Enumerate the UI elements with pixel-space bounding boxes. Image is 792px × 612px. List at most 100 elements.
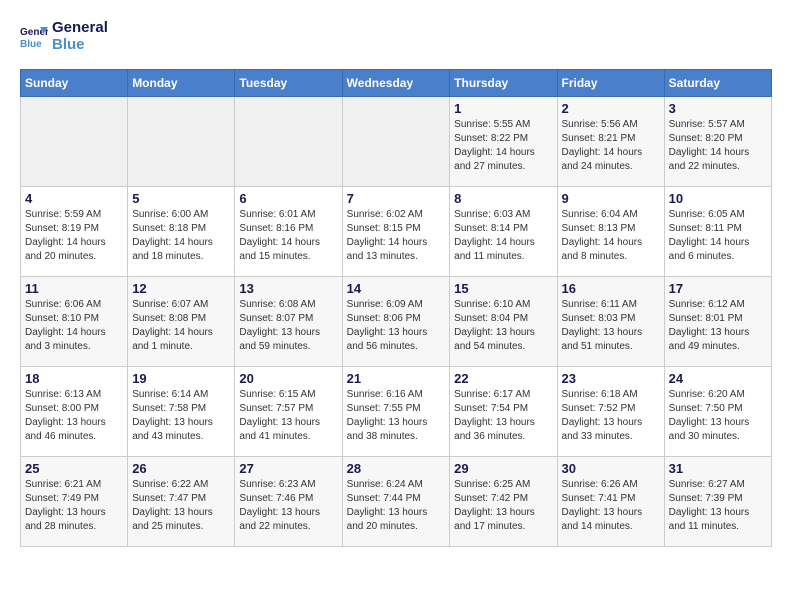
calendar-cell: 8 Sunrise: 6:03 AM Sunset: 8:14 PM Daylig… [450,187,557,277]
day-number: 25 [25,461,123,476]
calendar-cell: 17 Sunrise: 6:12 AM Sunset: 8:01 PM Dayli… [664,277,771,367]
day-info: Sunrise: 5:55 AM Sunset: 8:22 PM Dayligh… [454,118,552,174]
calendar-cell: 14 Sunrise: 6:09 AM Sunset: 8:06 PM Dayli… [342,277,450,367]
calendar-cell: 15 Sunrise: 6:10 AM Sunset: 8:04 PM Dayli… [450,277,557,367]
day-info: Sunrise: 6:01 AM Sunset: 8:16 PM Dayligh… [239,208,337,264]
day-info: Sunrise: 6:02 AM Sunset: 8:15 PM Dayligh… [347,208,446,264]
calendar-cell: 30 Sunrise: 6:26 AM Sunset: 7:41 PM Dayli… [557,457,664,547]
day-info: Sunrise: 5:57 AM Sunset: 8:20 PM Dayligh… [669,118,767,174]
day-number: 13 [239,281,337,296]
calendar-cell: 26Sunrise: 6:22 AM Sunset: 7:47 PM Dayli… [128,457,235,547]
day-number: 31 [669,461,767,476]
day-info: Sunrise: 6:18 AM Sunset: 7:52 PM Dayligh… [562,388,660,444]
logo: General Blue General Blue [20,20,108,53]
calendar-cell: 6 Sunrise: 6:01 AM Sunset: 8:16 PM Daylig… [235,187,342,277]
day-number: 14 [347,281,446,296]
day-info: Sunrise: 6:16 AM Sunset: 7:55 PM Dayligh… [347,388,446,444]
calendar-cell: 19 Sunrise: 6:14 AM Sunset: 7:58 PM Dayli… [128,367,235,457]
day-header-wednesday: Wednesday [342,70,450,97]
day-header-friday: Friday [557,70,664,97]
day-info: Sunrise: 6:09 AM Sunset: 8:06 PM Dayligh… [347,298,446,354]
calendar-cell: 2 Sunrise: 5:56 AM Sunset: 8:21 PM Daylig… [557,97,664,187]
day-number: 1 [454,101,552,116]
day-info: Sunrise: 5:56 AM Sunset: 8:21 PM Dayligh… [562,118,660,174]
calendar-cell: 12 Sunrise: 6:07 AM Sunset: 8:08 PM Dayli… [128,277,235,367]
day-number: 22 [454,371,552,386]
day-number: 30 [562,461,660,476]
calendar-cell [235,97,342,187]
day-number: 19 [132,371,230,386]
calendar-cell: 24 Sunrise: 6:20 AM Sunset: 7:50 PM Dayli… [664,367,771,457]
day-number: 9 [562,191,660,206]
day-number: 11 [25,281,123,296]
day-info: Sunrise: 6:14 AM Sunset: 7:58 PM Dayligh… [132,388,230,444]
day-number: 24 [669,371,767,386]
day-info: Sunrise: 6:23 AM Sunset: 7:46 PM Dayligh… [239,478,337,534]
day-number: 7 [347,191,446,206]
day-number: 27 [239,461,337,476]
day-info: Sunrise: 6:07 AM Sunset: 8:08 PM Dayligh… [132,298,230,354]
calendar-cell [342,97,450,187]
day-number: 6 [239,191,337,206]
calendar-cell: 13Sunrise: 6:08 AM Sunset: 8:07 PM Dayli… [235,277,342,367]
svg-text:Blue: Blue [20,39,42,50]
day-header-monday: Monday [128,70,235,97]
day-number: 2 [562,101,660,116]
day-header-tuesday: Tuesday [235,70,342,97]
calendar-cell: 16 Sunrise: 6:11 AM Sunset: 8:03 PM Dayli… [557,277,664,367]
day-info: Sunrise: 6:24 AM Sunset: 7:44 PM Dayligh… [347,478,446,534]
day-info: Sunrise: 6:13 AM Sunset: 8:00 PM Dayligh… [25,388,123,444]
day-info: Sunrise: 6:20 AM Sunset: 7:50 PM Dayligh… [669,388,767,444]
day-number: 26 [132,461,230,476]
day-info: Sunrise: 6:00 AM Sunset: 8:18 PM Dayligh… [132,208,230,264]
calendar-cell: 9 Sunrise: 6:04 AM Sunset: 8:13 PM Daylig… [557,187,664,277]
day-info: Sunrise: 6:17 AM Sunset: 7:54 PM Dayligh… [454,388,552,444]
day-number: 20 [239,371,337,386]
calendar-cell: 20 Sunrise: 6:15 AM Sunset: 7:57 PM Dayli… [235,367,342,457]
day-number: 8 [454,191,552,206]
day-info: Sunrise: 5:59 AM Sunset: 8:19 PM Dayligh… [25,208,123,264]
calendar-cell: 10 Sunrise: 6:05 AM Sunset: 8:11 PM Dayli… [664,187,771,277]
calendar-cell: 31 Sunrise: 6:27 AM Sunset: 7:39 PM Dayli… [664,457,771,547]
day-number: 29 [454,461,552,476]
calendar-cell: 28 Sunrise: 6:24 AM Sunset: 7:44 PM Dayli… [342,457,450,547]
calendar-cell: 25Sunrise: 6:21 AM Sunset: 7:49 PM Dayli… [21,457,128,547]
calendar-cell: 4 Sunrise: 5:59 AM Sunset: 8:19 PM Daylig… [21,187,128,277]
day-info: Sunrise: 6:06 AM Sunset: 8:10 PM Dayligh… [25,298,123,354]
day-info: Sunrise: 6:11 AM Sunset: 8:03 PM Dayligh… [562,298,660,354]
calendar-cell: 21 Sunrise: 6:16 AM Sunset: 7:55 PM Dayli… [342,367,450,457]
calendar-cell: 29 Sunrise: 6:25 AM Sunset: 7:42 PM Dayli… [450,457,557,547]
calendar-cell: 1 Sunrise: 5:55 AM Sunset: 8:22 PM Daylig… [450,97,557,187]
day-number: 4 [25,191,123,206]
day-header-sunday: Sunday [21,70,128,97]
day-number: 28 [347,461,446,476]
day-info: Sunrise: 6:12 AM Sunset: 8:01 PM Dayligh… [669,298,767,354]
calendar-cell: 18 Sunrise: 6:13 AM Sunset: 8:00 PM Dayli… [21,367,128,457]
logo-icon: General Blue [20,23,48,51]
day-number: 3 [669,101,767,116]
day-number: 16 [562,281,660,296]
calendar-table: SundayMondayTuesdayWednesdayThursdayFrid… [20,69,772,547]
day-info: Sunrise: 6:10 AM Sunset: 8:04 PM Dayligh… [454,298,552,354]
day-number: 10 [669,191,767,206]
calendar-cell [21,97,128,187]
day-header-saturday: Saturday [664,70,771,97]
calendar-cell: 5 Sunrise: 6:00 AM Sunset: 8:18 PM Daylig… [128,187,235,277]
day-info: Sunrise: 6:15 AM Sunset: 7:57 PM Dayligh… [239,388,337,444]
calendar-cell: 11 Sunrise: 6:06 AM Sunset: 8:10 PM Dayli… [21,277,128,367]
day-info: Sunrise: 6:25 AM Sunset: 7:42 PM Dayligh… [454,478,552,534]
day-number: 5 [132,191,230,206]
day-number: 21 [347,371,446,386]
calendar-cell: 27 Sunrise: 6:23 AM Sunset: 7:46 PM Dayli… [235,457,342,547]
day-info: Sunrise: 6:03 AM Sunset: 8:14 PM Dayligh… [454,208,552,264]
day-number: 12 [132,281,230,296]
day-info: Sunrise: 6:26 AM Sunset: 7:41 PM Dayligh… [562,478,660,534]
day-info: Sunrise: 6:04 AM Sunset: 8:13 PM Dayligh… [562,208,660,264]
day-info: Sunrise: 6:05 AM Sunset: 8:11 PM Dayligh… [669,208,767,264]
day-info: Sunrise: 6:27 AM Sunset: 7:39 PM Dayligh… [669,478,767,534]
day-number: 15 [454,281,552,296]
day-number: 18 [25,371,123,386]
day-number: 17 [669,281,767,296]
calendar-cell: 3 Sunrise: 5:57 AM Sunset: 8:20 PM Daylig… [664,97,771,187]
day-number: 23 [562,371,660,386]
